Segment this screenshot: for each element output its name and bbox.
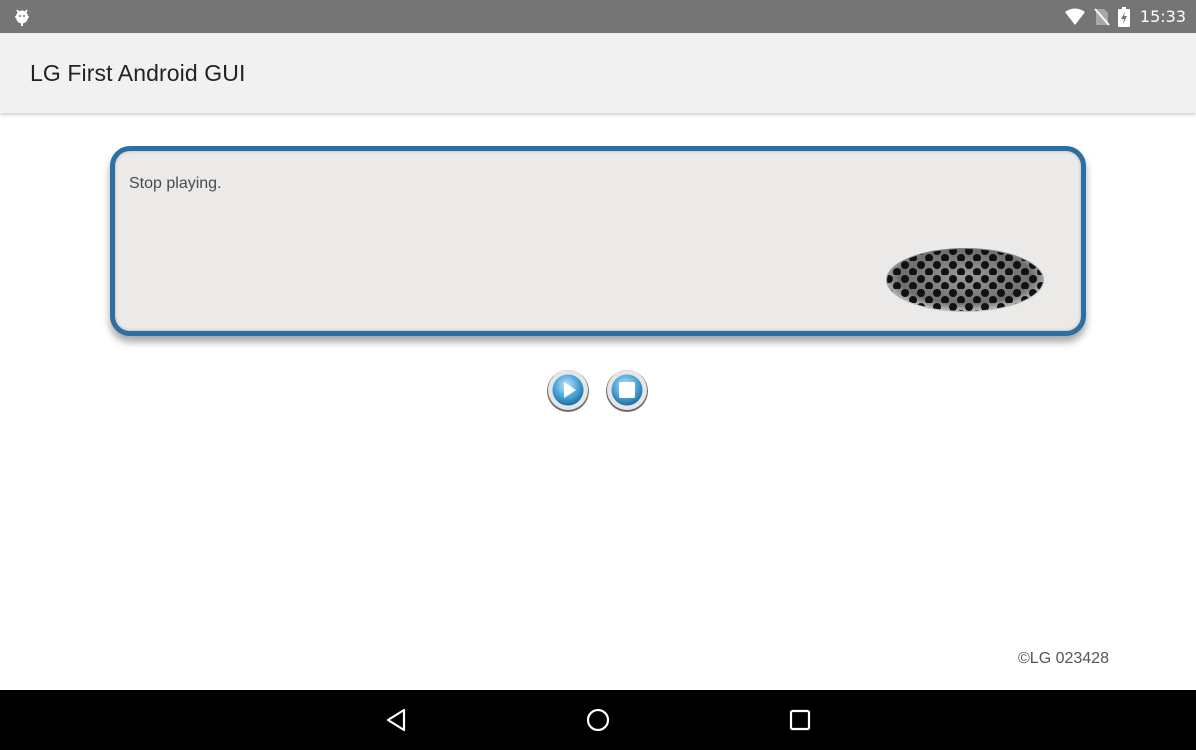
battery-charging-icon xyxy=(1117,6,1130,27)
play-icon xyxy=(546,368,590,412)
speaker-grille-icon xyxy=(885,247,1045,313)
home-icon xyxy=(583,708,613,739)
recents-button[interactable] xyxy=(785,705,815,735)
status-icons: 15:33 xyxy=(1064,0,1186,33)
playback-controls xyxy=(546,368,652,416)
status-bar: 15:33 xyxy=(0,0,1196,33)
android-debug-icon xyxy=(13,6,31,26)
back-icon xyxy=(382,708,412,739)
recents-icon xyxy=(785,709,815,739)
nav-bar xyxy=(0,690,1196,750)
home-button[interactable] xyxy=(583,705,613,735)
back-button[interactable] xyxy=(382,705,412,735)
copyright-text: ©LG 023428 xyxy=(1018,650,1109,667)
message-text: Stop playing. xyxy=(129,175,222,192)
message-panel: Stop playing. xyxy=(110,146,1086,336)
wifi-icon xyxy=(1064,8,1086,26)
app-title: LG First Android GUI xyxy=(30,60,246,86)
status-time: 15:33 xyxy=(1139,7,1186,26)
play-button[interactable] xyxy=(546,368,590,412)
app-bar: LG First Android GUI xyxy=(0,33,1196,113)
stop-icon xyxy=(605,368,649,412)
stop-button[interactable] xyxy=(605,368,649,412)
no-sim-icon xyxy=(1094,7,1110,26)
